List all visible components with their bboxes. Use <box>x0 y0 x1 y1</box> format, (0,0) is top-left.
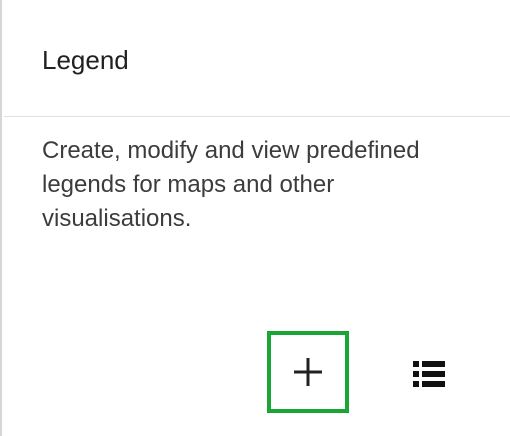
add-button[interactable] <box>267 331 349 413</box>
legend-card: Legend Create, modify and view predefine… <box>0 0 510 436</box>
card-title: Legend <box>42 45 129 75</box>
plus-icon <box>291 355 325 389</box>
list-icon <box>413 360 445 388</box>
card-description: Create, modify and view predefined legen… <box>42 137 420 232</box>
list-button[interactable] <box>400 345 458 403</box>
card-header: Legend <box>4 0 510 117</box>
